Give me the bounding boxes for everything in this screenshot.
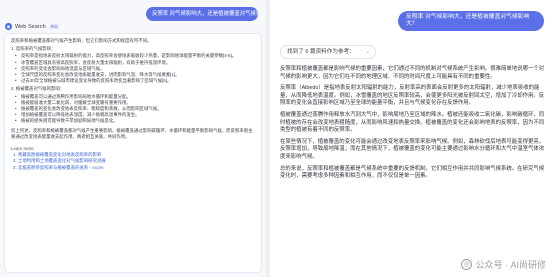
watermark: ◎ 公众号 · AI尚研修: [461, 258, 546, 271]
right-chat-panel: 反照率 对气候影响大，还是植被覆盖对气候影响大？ 找到了 6 篇资料作为参考： …: [270, 0, 552, 277]
source-header[interactable]: ◉ Web Search Pro: [5, 23, 60, 30]
answer-text: 反照率和植被覆盖都是影响气候的重要因素，它们通过不同的机制对气候系统产生影响。很…: [280, 66, 546, 185]
left-chat-panel: 反照率 对气候影响大，还是植被覆盖对气候影响大？ ◉ Web Search Pr…: [0, 0, 266, 277]
sources-label: 找到了 6 篇资料作为参考：: [287, 49, 355, 55]
user-question-bubble: 反照率 对气候影响大，还是植被覆盖对气候影响大？: [398, 11, 544, 31]
pro-badge: Pro: [48, 24, 60, 29]
vegetation-bullets: 植被覆盖可以通过蒸腾作用影响局地水循环和能量分配。 植被能吸收大量二氧化碳，对缓…: [11, 94, 255, 125]
answer-paragraph: 反照率（Albedo）是指地表反射太阳辐射的能力，反射率高的表面会反射更多的太阳…: [280, 85, 545, 107]
screenshot: 反照率 对气候影响大，还是植被覆盖对气候影响大？ ◉ Web Search Pr…: [0, 0, 552, 277]
list-item: 过去30年全球植被与城市建设变化导致的反照率改变显著影响了区域气候[6]。: [15, 78, 255, 84]
section-heading-albedo: 1. 反照率的气候影响：: [11, 46, 56, 52]
list-item: 植被的损失则可能导致干旱加剧和局地气候恶化。: [15, 118, 255, 124]
answer-intro: 反照率和植被覆盖都对气候产生影响，但它们影响方式和程度有所不同。: [11, 38, 152, 43]
sources-toggle[interactable]: 找到了 6 篇资料作为参考： ⌄: [280, 45, 376, 59]
answer-card: 反照率和植被覆盖都对气候产生影响，但它们影响方式和程度有所不同。 1. 反照率的…: [4, 33, 262, 273]
user-question-bubble: 反照率 对气候影响大，还是植被覆盖对气候影响大？: [146, 7, 258, 21]
answer-paragraph: 总的来说，反照率和植被覆盖都是气候系统中重要的反馈机制，它们相互作用并共同影响气…: [280, 165, 545, 180]
albedo-bullets: 反照率是指地表反射太阳辐射的能力，高反照率会使地表吸收较少热量，是影响地球能量平…: [11, 53, 255, 84]
answer-conclusion: 综上所述，反照率和植被覆盖都对气候产生重要影响。植被覆盖通过影响碳循环、水循环和…: [11, 127, 253, 139]
answer-paragraph: 植被覆盖通过蒸腾作用释放水汽到大气中，影响局地乃至区域的降水。植被还能吸收二氧化…: [280, 111, 545, 134]
answer-paragraph: 反照率和植被覆盖都是影响气候的重要因素，它们通过不同的机制对气候系统产生影响。很…: [280, 66, 545, 80]
web-search-label: Web Search: [15, 23, 46, 30]
reference-link[interactable]: 3. 北极苔原带反照率与植被覆盖的关系 - Acorn: [11, 165, 255, 171]
chevron-down-icon: ⌄: [365, 49, 370, 55]
section-heading-vegetation: 2. 植被覆盖对气候的影响：: [11, 86, 65, 92]
watermark-text: 公众号 · AI尚研修: [475, 260, 546, 270]
wechat-icon: ◎: [461, 259, 473, 270]
answer-paragraph: 在某些情况下，植被覆盖的变化可能会通过改变地表反照率来影响气候。例如，森林砍伐后…: [280, 138, 545, 160]
globe-icon: ◉: [5, 23, 12, 30]
